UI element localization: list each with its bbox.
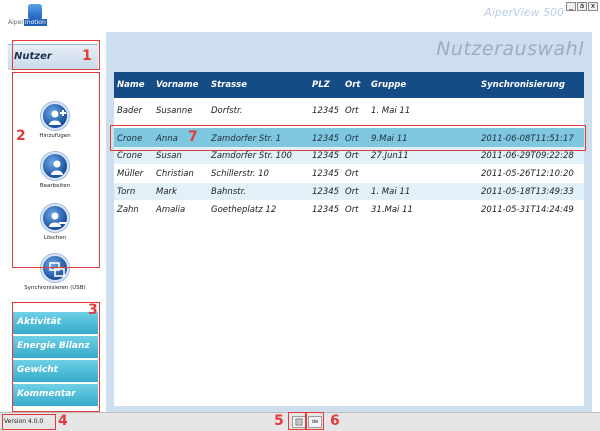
cell-strasse: Goetheplatz 12 <box>211 205 277 215</box>
cell-strasse: Schillerstr. 10 <box>211 169 269 179</box>
cell-vorname: Amalia <box>156 205 186 215</box>
col-ort[interactable]: Ort <box>345 80 360 90</box>
minimize-button[interactable]: _ <box>566 2 576 11</box>
window-controls: _ á x <box>566 2 598 11</box>
table-row[interactable]: Torn Mark Bahnstr. 12345 Ort 1. Mai 11 2011-05… <box>114 183 584 200</box>
cell-vorname: Mark <box>156 187 177 197</box>
annotation-box-4 <box>2 414 56 430</box>
cell-gruppe: 27.Jun11 <box>371 151 409 161</box>
cell-ort: Ort <box>345 205 359 215</box>
col-plz[interactable]: PLZ <box>312 80 330 90</box>
cell-vorname: Susanne <box>156 106 193 116</box>
col-vorname[interactable]: Vorname <box>156 80 198 90</box>
col-strasse[interactable]: Strasse <box>211 80 247 90</box>
cell-ort: Ort <box>345 187 359 197</box>
cell-plz: 12345 <box>312 151 340 161</box>
cell-plz: 12345 <box>312 169 340 179</box>
annotation-2: 2 <box>16 128 26 144</box>
annotation-box-5 <box>288 412 306 430</box>
sync-usb-label: Synchronisieren (USB) <box>24 285 86 291</box>
annotation-6: 6 <box>330 413 340 429</box>
cell-gruppe: 31.Mai 11 <box>371 205 413 215</box>
close-button[interactable]: x <box>588 2 598 11</box>
user-table: Name Vorname Strasse PLZ Ort Gruppe Sync… <box>114 72 584 406</box>
app-bar: Aipermotion AiperView 500 _ á x <box>0 0 600 32</box>
table-header: Name Vorname Strasse PLZ Ort Gruppe Sync… <box>114 72 584 98</box>
col-name[interactable]: Name <box>117 80 144 90</box>
cell-name: Torn <box>117 187 136 197</box>
col-synchronisierung[interactable]: Synchronisierung <box>481 80 565 90</box>
annotation-box-3 <box>12 302 100 412</box>
cell-strasse: Bahnstr. <box>211 187 246 197</box>
cell-name: Crone <box>117 151 143 161</box>
cell-plz: 12345 <box>312 205 340 215</box>
table-row[interactable]: Zahn Amalia Goetheplatz 12 12345 Ort 31.Mai 1… <box>114 201 584 218</box>
main-panel: Nutzerauswahl Name Vorname Strasse PLZ O… <box>106 32 592 412</box>
cell-gruppe: 1. Mai 11 <box>371 106 411 116</box>
cell-gruppe: 1. Mai 11 <box>371 187 411 197</box>
app-logo: Aipermotion <box>8 4 47 30</box>
cell-vorname: Christian <box>156 169 194 179</box>
cell-ort: Ort <box>345 106 359 116</box>
cell-synchronisierung: 2011-05-26T12:10:20 <box>481 169 574 179</box>
annotation-box-7 <box>110 125 586 151</box>
table-row[interactable]: Bader Susanne Dorfstr. 12345 Ort 1. Mai 11 <box>114 102 584 119</box>
maximize-button[interactable]: á <box>577 2 587 11</box>
col-gruppe[interactable]: Gruppe <box>371 80 406 90</box>
annotation-5: 5 <box>274 413 284 429</box>
page-title: Nutzerauswahl <box>436 38 584 60</box>
cell-plz: 12345 <box>312 187 340 197</box>
annotation-box-2 <box>12 72 100 268</box>
cell-plz: 12345 <box>312 106 340 116</box>
cell-name: Müller <box>117 169 144 179</box>
cell-name: Zahn <box>117 205 139 215</box>
cell-ort: Ort <box>345 169 359 179</box>
annotation-7: 7 <box>188 129 198 145</box>
cell-vorname: Susan <box>156 151 182 161</box>
cell-ort: Ort <box>345 151 359 161</box>
table-row[interactable]: Müller Christian Schillerstr. 10 12345 Ort 20… <box>114 165 584 182</box>
cell-synchronisierung: 2011-05-31T14:24:49 <box>481 205 574 215</box>
annotation-1: 1 <box>82 48 92 64</box>
cell-strasse: Dorfstr. <box>211 106 243 116</box>
app-title: AiperView 500 <box>484 6 564 19</box>
cell-synchronisierung: 2011-06-29T09:22:28 <box>481 151 574 161</box>
annotation-3: 3 <box>88 302 98 318</box>
annotation-box-6 <box>306 412 324 430</box>
cell-strasse: Zamdorfer Str. 100 <box>211 151 292 161</box>
annotation-4: 4 <box>58 413 68 429</box>
cell-synchronisierung: 2011-05-18T13:49:33 <box>481 187 574 197</box>
cell-name: Bader <box>117 106 143 116</box>
